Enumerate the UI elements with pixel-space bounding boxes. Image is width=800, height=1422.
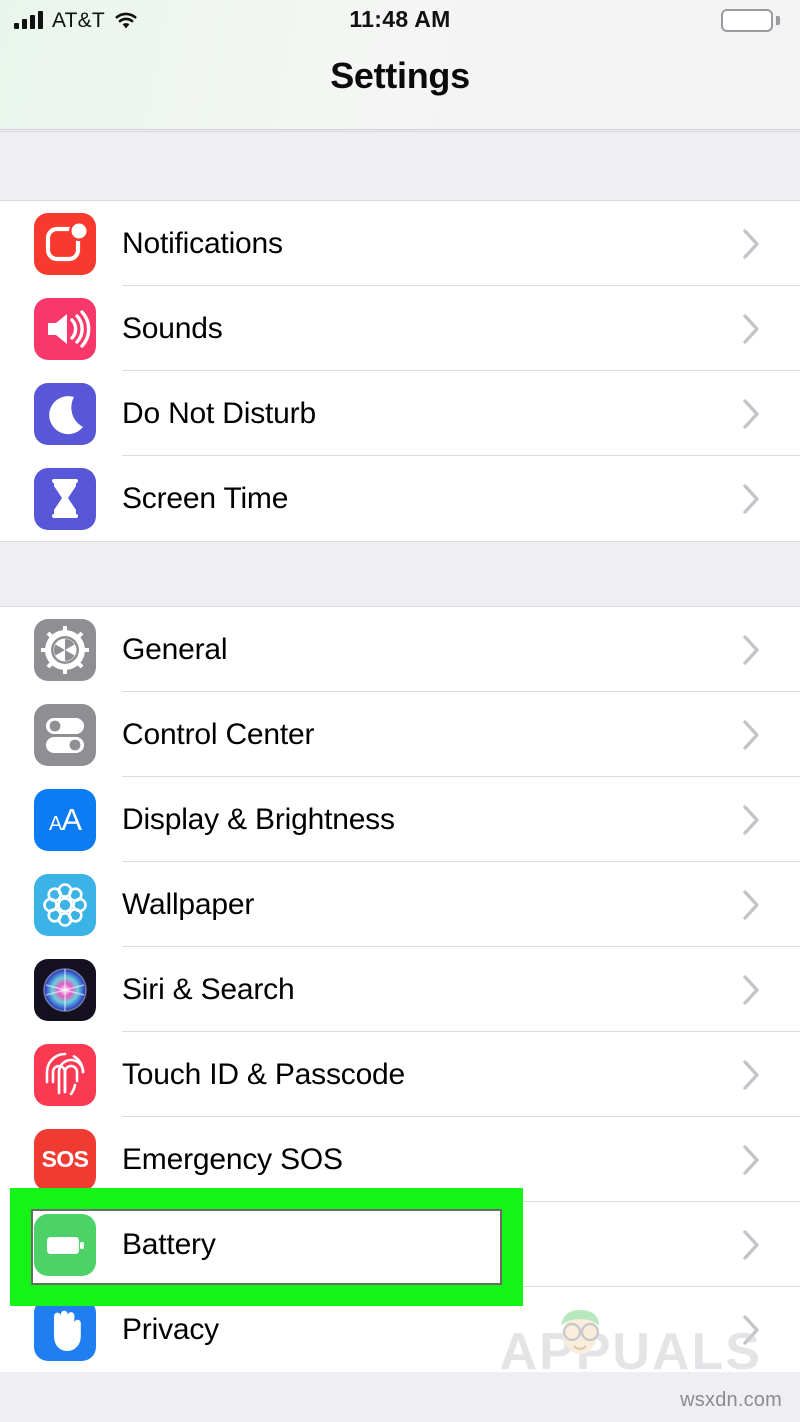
status-bar: AT&T 11:48 AM	[0, 0, 800, 40]
aa-text-size-icon: AA	[34, 789, 96, 851]
settings-row-wallpaper[interactable]: Wallpaper	[0, 862, 800, 947]
site-watermark: wsxdn.com	[680, 1389, 782, 1412]
settings-row-display-brightness[interactable]: AA Display & Brightness	[0, 777, 800, 862]
chevron-right-icon	[743, 1145, 760, 1175]
moon-icon	[34, 383, 96, 445]
settings-row-label: Touch ID & Passcode	[122, 1058, 405, 1092]
navigation-header: AT&T 11:48 AM Settings	[0, 0, 800, 130]
settings-row-notifications[interactable]: Notifications	[0, 201, 800, 286]
chevron-right-icon	[743, 1230, 760, 1260]
chevron-right-icon	[743, 805, 760, 835]
settings-row-screen-time[interactable]: Screen Time	[0, 456, 800, 541]
chevron-right-icon	[743, 484, 760, 514]
chevron-right-icon	[743, 1315, 760, 1345]
settings-row-label: Battery	[122, 1228, 216, 1262]
chevron-right-icon	[743, 314, 760, 344]
wallpaper-flower-icon	[34, 874, 96, 936]
settings-row-siri-search[interactable]: Siri & Search	[0, 947, 800, 1032]
settings-row-label: Do Not Disturb	[122, 397, 316, 431]
hourglass-icon	[34, 468, 96, 530]
clock-label: 11:48 AM	[0, 6, 800, 33]
settings-row-label: Privacy	[122, 1313, 219, 1347]
battery-low-icon	[721, 9, 773, 32]
settings-row-label: Screen Time	[122, 482, 288, 516]
settings-row-general[interactable]: General	[0, 607, 800, 692]
toggles-icon	[34, 704, 96, 766]
fingerprint-icon	[34, 1044, 96, 1106]
section-spacer	[0, 541, 800, 607]
settings-row-battery[interactable]: Battery	[0, 1202, 800, 1287]
settings-row-control-center[interactable]: Control Center	[0, 692, 800, 777]
page-title: Settings	[0, 55, 800, 97]
settings-row-label: Siri & Search	[122, 973, 294, 1007]
settings-row-touch-id-passcode[interactable]: Touch ID & Passcode	[0, 1032, 800, 1117]
status-bar-right	[721, 9, 780, 32]
settings-group: Notifications Sounds Do Not Disturb Screen …	[0, 201, 800, 541]
chevron-right-icon	[743, 399, 760, 429]
settings-row-emergency-sos[interactable]: SOS Emergency SOS	[0, 1117, 800, 1202]
notifications-icon	[34, 213, 96, 275]
settings-row-privacy[interactable]: Privacy	[0, 1287, 800, 1372]
settings-row-label: Control Center	[122, 718, 314, 752]
chevron-right-icon	[743, 975, 760, 1005]
chevron-right-icon	[743, 890, 760, 920]
battery-icon	[34, 1214, 96, 1276]
settings-row-label: Notifications	[122, 227, 283, 261]
gear-icon	[34, 619, 96, 681]
battery-nub	[776, 16, 780, 25]
settings-group: General Control Center AA Display & Brightn…	[0, 607, 800, 1372]
chevron-right-icon	[743, 229, 760, 259]
section-spacer	[0, 131, 800, 201]
chevron-right-icon	[743, 720, 760, 750]
settings-row-label: Wallpaper	[122, 888, 254, 922]
settings-row-label: Sounds	[122, 312, 223, 346]
iphone-settings-screen: AT&T 11:48 AM Settings Notification	[0, 0, 800, 1422]
settings-list: Notifications Sounds Do Not Disturb Screen …	[0, 131, 800, 1372]
settings-row-sounds[interactable]: Sounds	[0, 286, 800, 371]
settings-row-label: Emergency SOS	[122, 1143, 343, 1177]
sos-icon: SOS	[34, 1129, 96, 1191]
chevron-right-icon	[743, 635, 760, 665]
chevron-right-icon	[743, 1060, 760, 1090]
settings-row-do-not-disturb[interactable]: Do Not Disturb	[0, 371, 800, 456]
hand-icon	[34, 1299, 96, 1361]
siri-orb-icon	[34, 959, 96, 1021]
settings-row-label: General	[122, 633, 227, 667]
sounds-speaker-icon	[34, 298, 96, 360]
settings-row-label: Display & Brightness	[122, 803, 395, 837]
